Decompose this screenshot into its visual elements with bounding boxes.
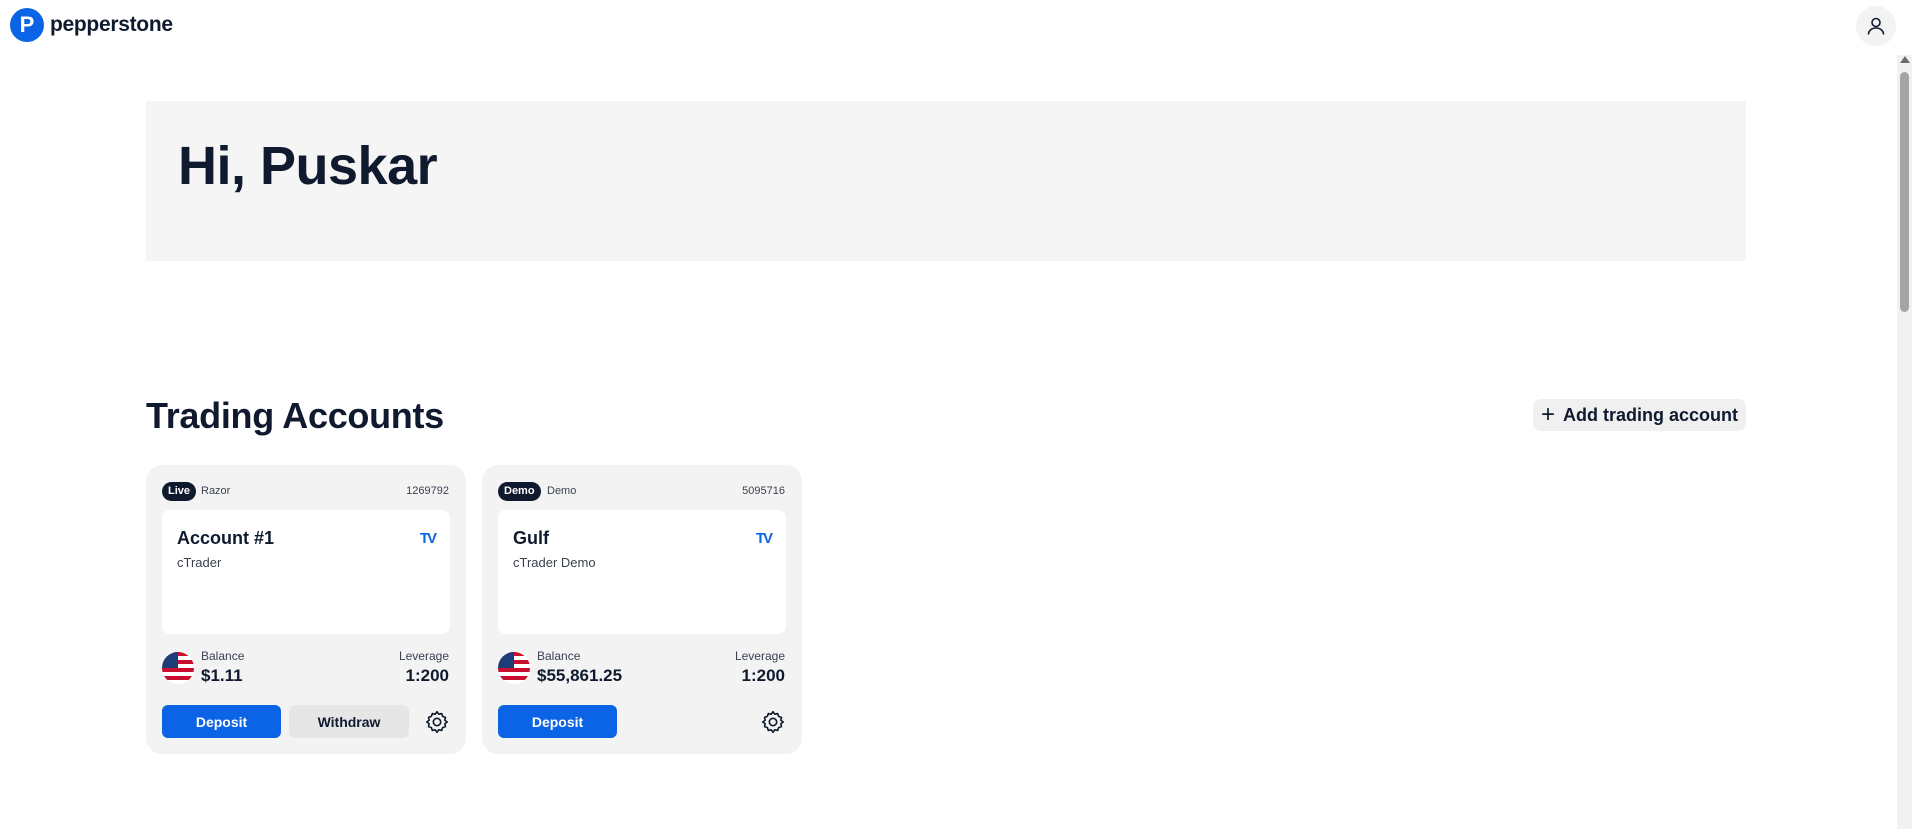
greeting-banner: Hi, Puskar bbox=[146, 101, 1746, 261]
account-type: Demo bbox=[547, 485, 577, 497]
tradingview-icon: TV bbox=[755, 530, 773, 547]
leverage-label: Leverage bbox=[398, 649, 449, 663]
leverage-value: 1:200 bbox=[741, 666, 785, 685]
add-trading-account-label: Add trading account bbox=[1563, 404, 1738, 425]
pepperstone-logo[interactable]: P pepperstone bbox=[10, 8, 173, 42]
account-details-panel[interactable]: Account #1 cTrader TV bbox=[162, 510, 450, 634]
settings-gear-icon[interactable] bbox=[424, 709, 450, 735]
greeting-title: Hi, Puskar bbox=[178, 136, 438, 196]
logo-text: pepperstone bbox=[50, 13, 173, 36]
account-number: 5095716 bbox=[742, 485, 785, 497]
account-card-live: Live Razor 1269792 Account #1 cTrader TV… bbox=[146, 465, 466, 754]
account-name: Account #1 bbox=[177, 528, 275, 548]
account-number: 1269792 bbox=[406, 485, 449, 497]
add-trading-account-button[interactable]: + Add trading account bbox=[1533, 399, 1746, 431]
leverage-label: Leverage bbox=[734, 649, 785, 663]
tradingview-icon: TV bbox=[419, 530, 437, 547]
user-icon bbox=[1867, 17, 1885, 35]
top-bar: P pepperstone bbox=[0, 0, 1912, 50]
deposit-button[interactable]: Deposit bbox=[162, 705, 281, 738]
usd-flag-icon bbox=[162, 652, 194, 684]
balance-value: $55,861.25 bbox=[537, 666, 623, 685]
trading-accounts-title: Trading Accounts bbox=[146, 395, 444, 436]
account-platform: cTrader Demo bbox=[513, 555, 596, 570]
balance-value: $1.11 bbox=[201, 666, 243, 685]
balance-label: Balance bbox=[537, 649, 581, 663]
demo-badge: Demo bbox=[498, 482, 541, 501]
scrollbar-thumb[interactable] bbox=[1900, 72, 1909, 312]
balance-label: Balance bbox=[201, 649, 245, 663]
account-card-demo: Demo Demo 5095716 Gulf cTrader Demo TV B… bbox=[482, 465, 802, 754]
scroll-up-arrow-icon[interactable] bbox=[1900, 56, 1910, 63]
plus-icon: + bbox=[1540, 401, 1555, 428]
account-type: Razor bbox=[201, 485, 231, 497]
live-badge: Live bbox=[162, 482, 197, 501]
deposit-button[interactable]: Deposit bbox=[498, 705, 617, 738]
leverage-value: 1:200 bbox=[405, 666, 449, 685]
account-details-panel[interactable]: Gulf cTrader Demo TV bbox=[498, 510, 786, 634]
logo-mark-icon: P bbox=[10, 8, 44, 42]
settings-gear-icon[interactable] bbox=[760, 709, 786, 735]
user-profile-button[interactable] bbox=[1856, 6, 1896, 46]
account-platform: cTrader bbox=[177, 555, 222, 570]
account-name: Gulf bbox=[513, 528, 549, 548]
usd-flag-icon bbox=[498, 652, 530, 684]
withdraw-button[interactable]: Withdraw bbox=[289, 705, 409, 738]
